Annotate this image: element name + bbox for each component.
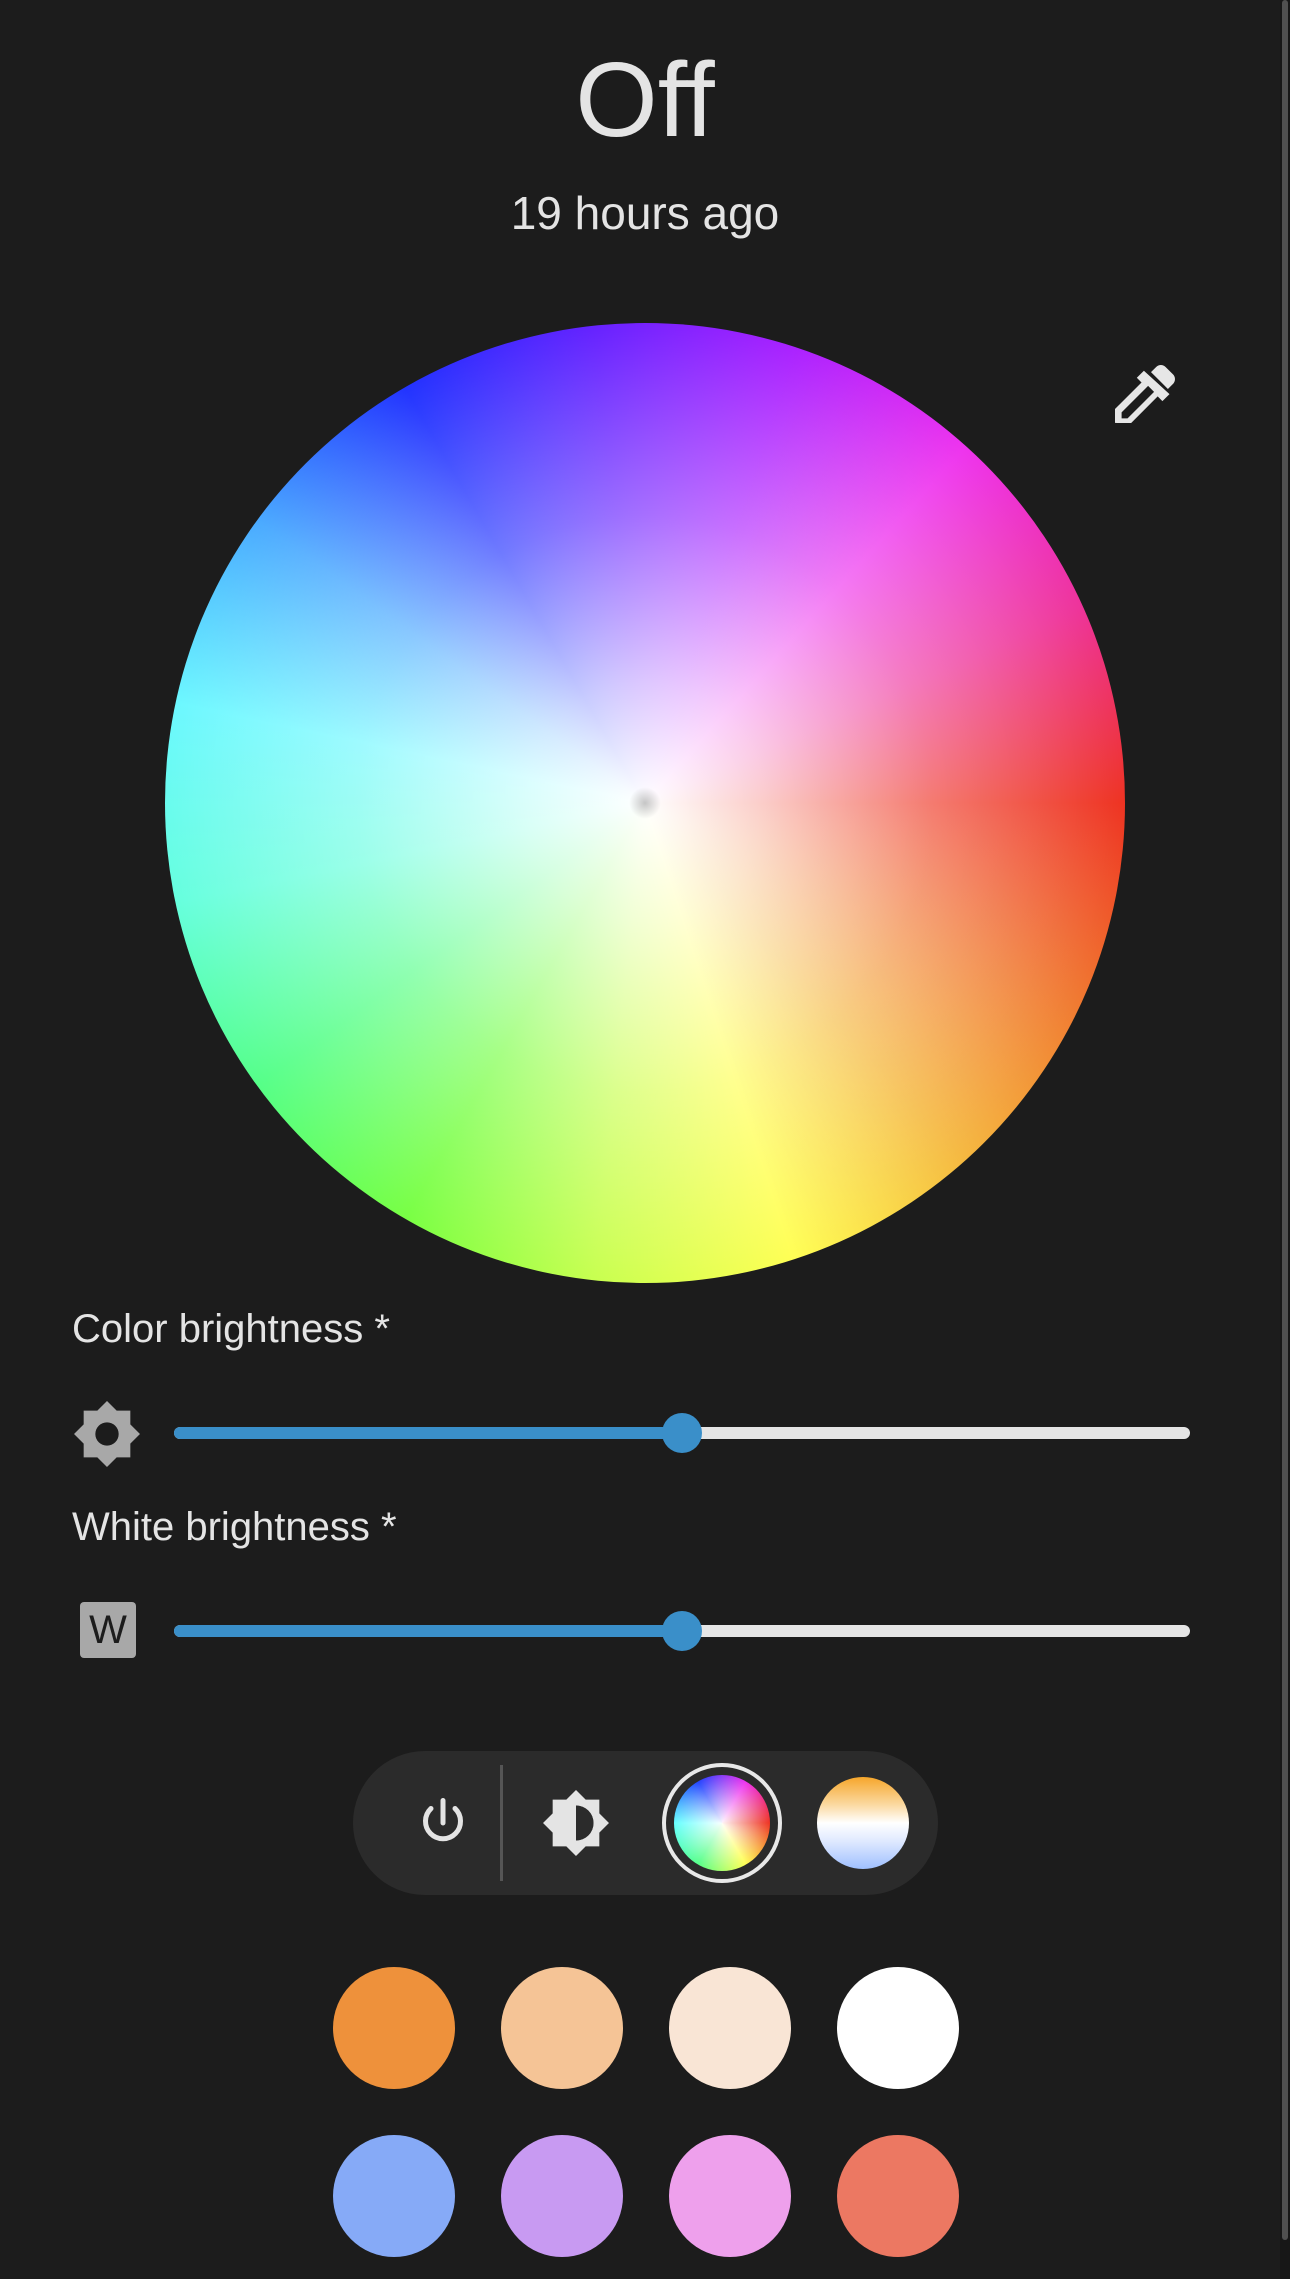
brightness-half-icon [543,1790,609,1856]
favorite-color-swatch[interactable] [837,2135,959,2257]
brightness-icon [72,1399,142,1469]
white-brightness-label: White brightness * [72,1505,397,1549]
eyedropper-button[interactable] [1105,355,1185,435]
state-label: Off [575,41,715,159]
power-icon [423,1798,463,1842]
color-wheel-marker[interactable] [629,787,661,819]
mode-selector [353,1751,938,1895]
favorite-color-swatch[interactable] [837,1967,959,2089]
brightness-mode-button[interactable] [516,1751,636,1895]
color-brightness-slider[interactable] [174,1413,1190,1453]
color-brightness-thumb[interactable] [662,1413,702,1453]
color-brightness-label: Color brightness * [72,1307,390,1351]
scrollbar[interactable] [1280,0,1290,2279]
scrollbar-thumb[interactable] [1282,0,1288,2240]
favorite-color-swatch[interactable] [333,2135,455,2257]
white-channel-icon: W [80,1602,136,1658]
color-temperature-icon [817,1777,909,1869]
favorite-color-swatch[interactable] [501,1967,623,2089]
power-button[interactable] [383,1751,503,1895]
color-mode-button[interactable] [662,1763,782,1883]
white-brightness-slider[interactable] [174,1611,1190,1651]
favorite-color-swatch[interactable] [501,2135,623,2257]
favorite-color-swatch[interactable] [669,1967,791,2089]
white-brightness-fill [174,1625,682,1637]
color-brightness-fill [174,1427,682,1439]
favorite-color-swatch[interactable] [669,2135,791,2257]
white-brightness-thumb[interactable] [662,1611,702,1651]
eyedropper-icon [1115,365,1175,423]
color-temperature-button[interactable] [811,1763,931,1883]
last-changed-time: 19 hours ago [510,187,780,239]
color-wheel-icon [674,1775,770,1871]
mode-divider [500,1765,503,1881]
favorite-color-swatch[interactable] [333,1967,455,2089]
